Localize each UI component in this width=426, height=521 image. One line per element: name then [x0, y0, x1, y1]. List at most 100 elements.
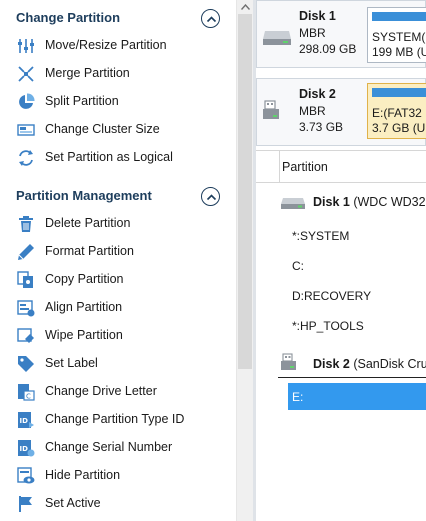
serial-number-icon: ID — [17, 439, 35, 457]
disk-size: 298.09 GB — [299, 42, 357, 56]
action-label: Set Active — [45, 496, 101, 510]
flag-icon — [17, 495, 35, 513]
partition-management-header[interactable]: Partition Management — [0, 182, 236, 210]
action-label: Align Partition — [45, 300, 123, 314]
scroll-thumb[interactable] — [238, 14, 252, 369]
partition-usage-bar — [372, 88, 426, 97]
svg-text:ID: ID — [20, 445, 29, 453]
svg-text:ID: ID — [20, 417, 29, 425]
change-serial-number-item[interactable]: ID Change Serial Number — [0, 434, 236, 462]
wipe-partition-item[interactable]: Wipe Partition — [0, 322, 236, 350]
action-label: Change Drive Letter — [45, 384, 157, 398]
disk-size: 3.73 GB — [299, 120, 344, 134]
set-active-item[interactable]: Set Active — [0, 490, 236, 518]
disk-type: MBR — [299, 104, 326, 118]
partition-name: *:SYSTEM — [292, 229, 350, 243]
action-label: Change Cluster Size — [45, 122, 160, 136]
partition-name: C: — [292, 259, 304, 273]
partition-block-e[interactable]: E:(FAT32 3.7 GB (U — [367, 83, 426, 139]
disk-row-title: Disk 2 (SanDisk Cru — [313, 357, 426, 371]
disk-name: Disk 2 — [299, 87, 336, 101]
collapse-partition-management-icon[interactable] — [201, 187, 220, 206]
change-partition-title: Change Partition — [16, 10, 121, 25]
merge-partition-item[interactable]: Merge Partition — [0, 60, 236, 88]
move-resize-icon — [17, 37, 35, 55]
change-drive-letter-item[interactable]: C Change Drive Letter — [0, 378, 236, 406]
action-label: Move/Resize Partition — [45, 38, 167, 52]
align-partition-item[interactable]: Align Partition — [0, 294, 236, 322]
disk-type: MBR — [299, 26, 326, 40]
disk-name: Disk 1 — [299, 9, 336, 23]
format-partition-item[interactable]: Format Partition — [0, 238, 236, 266]
eraser-icon — [17, 327, 35, 345]
partition-table-header: Partition — [256, 150, 426, 183]
set-partition-logical-item[interactable]: Set Partition as Logical — [0, 144, 236, 172]
hard-disk-icon — [261, 27, 293, 47]
usb-drive-icon — [261, 99, 293, 119]
partition-block-name: SYSTEM(N — [372, 30, 426, 44]
copy-icon — [17, 271, 35, 289]
disk-row-name: Disk 1 — [313, 195, 350, 209]
partition-block-size: 199 MB (U — [372, 45, 426, 59]
hide-partition-item[interactable]: Hide Partition — [0, 462, 236, 490]
copy-partition-item[interactable]: Copy Partition — [0, 266, 236, 294]
tag-icon — [17, 355, 35, 373]
disk-row-name: Disk 2 — [313, 357, 350, 371]
type-id-icon: ID — [17, 411, 35, 429]
usb-drive-icon — [280, 353, 306, 373]
partition-management-title: Partition Management — [16, 188, 152, 203]
change-partition-header[interactable]: Change Partition — [0, 4, 236, 32]
svg-text:C: C — [26, 393, 31, 401]
action-label: Merge Partition — [45, 66, 130, 80]
split-partition-item[interactable]: Split Partition — [0, 88, 236, 116]
change-partition-type-id-item[interactable]: ID Change Partition Type ID — [0, 406, 236, 434]
cluster-size-icon — [17, 121, 35, 139]
operations-panel: Change Partition Move/Resize Partition M… — [0, 0, 236, 521]
collapse-change-partition-icon[interactable] — [201, 9, 220, 28]
disk-row-underline — [278, 377, 426, 378]
operations-scrollbar[interactable] — [236, 0, 253, 521]
move-resize-partition-item[interactable]: Move/Resize Partition — [0, 32, 236, 60]
disk-2-card[interactable]: Disk 2 MBR 3.73 GB E:(FAT32 3.7 GB (U — [256, 78, 426, 146]
disk-area: Disk 1 MBR 298.09 GB SYSTEM(N 199 MB (U … — [256, 0, 426, 521]
partition-name: *:HP_TOOLS — [292, 319, 364, 333]
partition-column-header[interactable]: Partition — [282, 160, 328, 174]
action-label: Hide Partition — [45, 468, 121, 482]
hide-icon — [17, 467, 35, 485]
action-label: Set Partition as Logical — [45, 150, 173, 164]
table-row[interactable]: *:HP_TOOLS — [288, 314, 426, 338]
column-spacer — [256, 151, 280, 182]
align-icon — [17, 299, 35, 317]
action-label: Copy Partition — [45, 272, 124, 286]
table-row[interactable]: C: — [288, 254, 426, 278]
delete-partition-item[interactable]: Delete Partition — [0, 210, 236, 238]
action-label: Change Serial Number — [45, 440, 173, 454]
disk-1-row[interactable]: Disk 1 (WDC WD32 — [256, 188, 426, 216]
disk-row-title: Disk 1 (WDC WD32 — [313, 195, 426, 209]
split-icon — [17, 93, 35, 111]
disk-row-detail: (WDC WD32 — [353, 195, 426, 209]
trash-icon — [17, 215, 35, 233]
set-logical-icon — [17, 149, 35, 167]
set-label-item[interactable]: Set Label — [0, 350, 236, 378]
partition-usage-bar — [372, 12, 426, 21]
disk-row-detail: (SanDisk Cru — [353, 357, 426, 371]
table-row[interactable]: D:RECOVERY — [288, 284, 426, 308]
action-label: Split Partition — [45, 94, 119, 108]
disk-2-row[interactable]: Disk 2 (SanDisk Cru — [256, 350, 426, 378]
drive-letter-icon: C — [17, 383, 35, 401]
change-cluster-size-item[interactable]: Change Cluster Size — [0, 116, 236, 144]
pen-icon — [17, 243, 35, 261]
action-label: Set Label — [45, 356, 98, 370]
action-label: Change Partition Type ID — [45, 412, 185, 426]
disk-1-card[interactable]: Disk 1 MBR 298.09 GB SYSTEM(N 199 MB (U — [256, 0, 426, 68]
partition-name: E: — [292, 390, 304, 404]
table-row[interactable]: *:SYSTEM — [288, 224, 426, 248]
scroll-up-arrow-icon[interactable] — [237, 0, 254, 14]
partition-block-system[interactable]: SYSTEM(N 199 MB (U — [367, 7, 426, 63]
action-label: Wipe Partition — [45, 328, 123, 342]
partition-name: D:RECOVERY — [292, 289, 372, 303]
table-row-selected[interactable]: E: — [288, 383, 426, 410]
action-label: Format Partition — [45, 244, 134, 258]
action-label: Delete Partition — [45, 216, 131, 230]
